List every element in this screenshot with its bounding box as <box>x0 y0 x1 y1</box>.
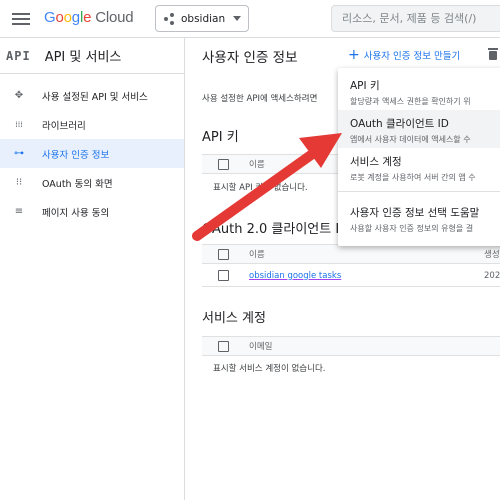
select-all-checkbox[interactable] <box>218 158 229 170</box>
menu-item-oauth-client-id[interactable]: OAuth 클라이언트 ID 앱에서 사용자 데이터에 액세스할 수 <box>338 110 500 148</box>
project-dots-icon <box>164 12 176 25</box>
plus-icon: + <box>348 47 360 63</box>
sidebar-item-label: 페이지 사용 동의 <box>42 207 110 219</box>
settings-list-icon: ≡ <box>14 206 24 217</box>
api-keys-title: API 키 <box>202 130 239 145</box>
sidebar-item-enabled-apis[interactable]: ✥ 사용 설정된 API 및 서비스 <box>0 81 184 110</box>
oauth-table-header: 이름 생성 <box>202 244 500 264</box>
sidebar-item-library[interactable]: ⁞⁞⁞ 라이브러리 <box>0 110 184 139</box>
column-header-name: 이름 <box>249 160 265 170</box>
service-accounts-empty: 표시할 서비스 계정이 없습니다. <box>213 364 326 374</box>
delete-icon[interactable] <box>488 48 498 60</box>
sidebar-title: API 및 서비스 <box>44 50 122 65</box>
key-icon: ⊶ <box>14 148 24 159</box>
menu-item-service-account[interactable]: 서비스 계정 로봇 계정을 사용하여 서버 간의 앱 수 <box>350 154 476 183</box>
chevron-down-icon <box>233 16 242 21</box>
table-row: obsidian google tasks 2023 <box>202 265 500 287</box>
column-header-email: 이메일 <box>249 342 273 352</box>
project-picker[interactable]: obsidian <box>155 5 249 32</box>
hamburger-menu-icon[interactable] <box>12 10 30 28</box>
service-accounts-table-header: 이메일 <box>202 336 500 356</box>
search-input[interactable] <box>342 12 500 25</box>
intro-text: 사용 설정한 API에 액세스하려면 <box>202 94 318 104</box>
create-credentials-button[interactable]: + 사용자 인증 정보 만들기 <box>348 48 460 62</box>
sidebar-item-credentials[interactable]: ⊶ 사용자 인증 정보 <box>0 139 184 168</box>
library-grid-icon: ⁞⁞⁞ <box>15 120 23 129</box>
sidebar-item-label: 라이브러리 <box>42 120 86 132</box>
api-keys-empty: 표시할 API 키가 없습니다. <box>213 183 308 193</box>
menu-divider <box>338 191 500 192</box>
sidebar-item-label: OAuth 동의 화면 <box>42 178 113 190</box>
menu-item-help-choose[interactable]: 사용자 인증 정보 선택 도움말 사용할 사용자 인증 정보의 유형을 결 <box>350 205 479 234</box>
api-logo-icon: API <box>6 48 31 63</box>
sidebar-item-label: 사용 설정된 API 및 서비스 <box>42 91 148 103</box>
api-diamond-icon: ✥ <box>14 90 24 101</box>
select-all-checkbox[interactable] <box>218 340 229 352</box>
sidebar-item-page-usage[interactable]: ≡ 페이지 사용 동의 <box>0 197 184 226</box>
menu-item-api-key[interactable]: API 키 할당량과 액세스 권한을 확인하기 위 <box>350 78 471 107</box>
created-date: 2023 <box>484 270 500 281</box>
select-all-checkbox[interactable] <box>218 248 229 260</box>
top-bar: Google Cloud obsidian <box>0 0 500 38</box>
project-name: obsidian <box>181 12 226 25</box>
sidebar-item-label: 사용자 인증 정보 <box>42 149 110 161</box>
row-checkbox[interactable] <box>218 270 229 281</box>
page-title: 사용자 인증 정보 <box>202 50 298 66</box>
search-box[interactable] <box>331 5 500 32</box>
sidebar-item-oauth-consent[interactable]: ⁝⁝ OAuth 동의 화면 <box>0 168 184 197</box>
oauth-client-link[interactable]: obsidian google tasks <box>249 271 341 281</box>
service-accounts-title: 서비스 계정 <box>202 311 266 326</box>
consent-dots-icon: ⁝⁝ <box>15 177 23 188</box>
oauth-title: OAuth 2.0 클라이언트 ID <box>202 222 350 237</box>
google-cloud-logo[interactable]: Google Cloud <box>44 9 134 26</box>
sidebar-header: API API 및 서비스 <box>0 38 184 74</box>
sidebar: API API 및 서비스 ✥ 사용 설정된 API 및 서비스 ⁞⁞⁞ 라이브… <box>0 38 185 500</box>
column-header-created: 생성 <box>484 250 500 260</box>
column-header-name: 이름 <box>249 250 265 260</box>
create-credentials-menu: API 키 할당량과 액세스 권한을 확인하기 위 OAuth 클라이언트 ID… <box>338 68 500 246</box>
